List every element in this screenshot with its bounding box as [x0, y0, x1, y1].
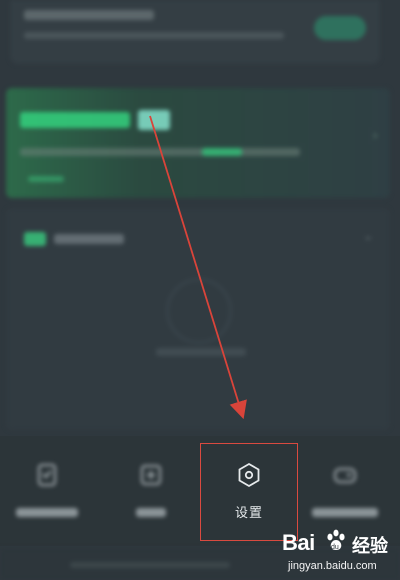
- annotation-arrow: [149, 115, 247, 420]
- paw-icon: du: [327, 529, 345, 551]
- watermark-du-text: du: [331, 544, 339, 551]
- watermark-jingyan-text: 经验: [352, 536, 388, 556]
- baidu-jingyan-watermark: Bai du 经验 jingyan.baidu.com: [282, 524, 398, 578]
- watermark-logo-text: Bai: [282, 530, 315, 555]
- watermark-url: jingyan.baidu.com: [288, 560, 377, 572]
